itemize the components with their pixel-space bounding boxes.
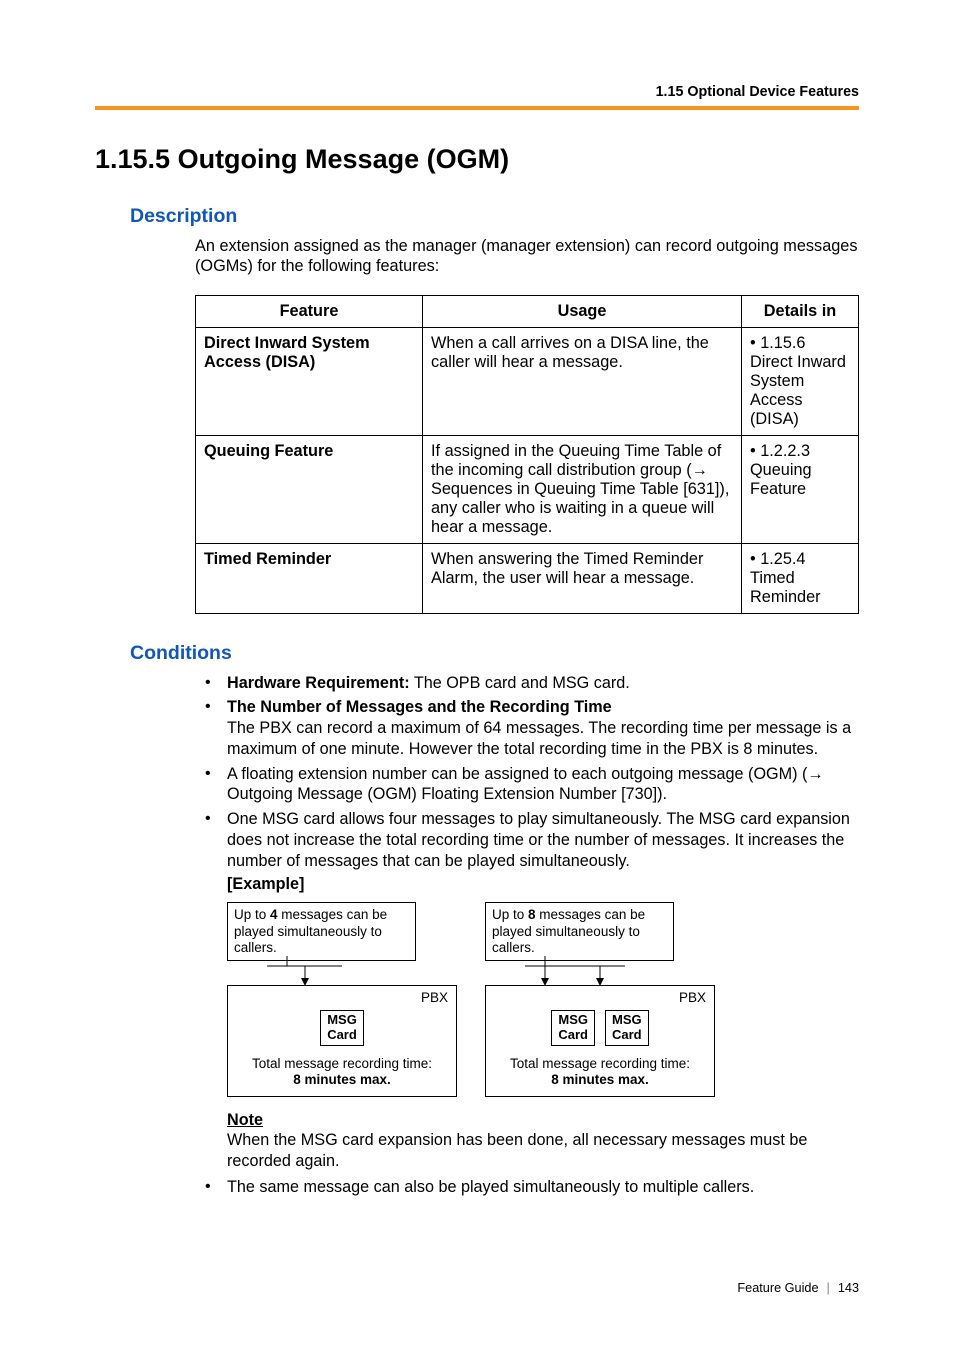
callout-pre: Up to [492,907,528,922]
list-item: The same message can also be played simu… [195,1177,859,1198]
usage-post: Sequences in Queuing Time Table [631]), … [431,480,729,536]
msg-card: MSG Card [551,1010,595,1046]
cell-usage: If assigned in the Queuing Time Table of… [423,435,742,543]
msg-l1: MSG [558,1012,588,1027]
cond-body: The PBX can record a maximum of 64 messa… [227,719,851,758]
pbx-box: PBX MSG Card Total message recording tim… [227,985,457,1097]
cell-feature: Queuing Feature [196,435,423,543]
footer-guide: Feature Guide [737,1281,818,1295]
list-item: A floating extension number can be assig… [195,764,859,805]
diagram-right: Up to 8 messages can be played simultane… [485,902,715,1097]
table-row: Queuing Feature If assigned in the Queui… [196,435,859,543]
callout-left: Up to 4 messages can be played simultane… [227,902,416,961]
description-body: An extension assigned as the manager (ma… [195,236,859,277]
rec-l1: Total message recording time: [510,1056,690,1071]
callout-pre: Up to [234,907,270,922]
cell-details: • 1.2.2.3 Queuing Feature [742,435,859,543]
cell-usage: When a call arrives on a DISA line, the … [423,327,742,435]
callout-right: Up to 8 messages can be played simultane… [485,902,674,961]
arrow-icon: → [807,765,823,783]
example-diagram: Up to 4 messages can be played simultane… [227,902,859,1097]
usage-pre: If assigned in the Queuing Time Table of… [431,442,721,479]
list-item: One MSG card allows four messages to pla… [195,809,859,871]
rec-l2: 8 minutes max. [551,1072,649,1087]
cond-lead: Hardware Requirement: [227,674,410,692]
cond-pre: A floating extension number can be assig… [227,765,807,783]
page-footer: Feature Guide | 143 [737,1281,859,1295]
section-title: 1.15.5 Outgoing Message (OGM) [95,144,859,175]
msg-l2: Card [558,1027,588,1042]
cond-post: Outgoing Message (OGM) Floating Extensio… [227,785,667,803]
description-heading: Description [130,205,859,228]
pbx-label: PBX [421,990,448,1005]
feature-table: Feature Usage Details in Direct Inward S… [195,295,859,614]
msg-l1: MSG [612,1012,642,1027]
callout-bold: 4 [270,907,278,922]
rec-l1: Total message recording time: [252,1056,432,1071]
running-header: 1.15 Optional Device Features [95,84,859,100]
header-rule [95,106,859,110]
cond-text: One MSG card allows four messages to pla… [227,810,850,869]
diagram-left: Up to 4 messages can be played simultane… [227,902,457,1097]
final-list: The same message can also be played simu… [195,1177,859,1198]
conditions-heading: Conditions [130,642,859,665]
table-row: Direct Inward System Access (DISA) When … [196,327,859,435]
msg-card: MSG Card [320,1010,364,1046]
pbx-box: PBX MSG Card MSG Card Total message reco… [485,985,715,1097]
th-feature: Feature [196,295,423,327]
list-item: Hardware Requirement: The OPB card and M… [195,673,859,694]
pbx-label: PBX [679,990,706,1005]
cell-feature: Timed Reminder [196,543,423,613]
msg-l1: MSG [327,1012,357,1027]
cond-lead: The Number of Messages and the Recording… [227,698,612,716]
cell-details: • 1.15.6 Direct Inward System Access (DI… [742,327,859,435]
rec-time: Total message recording time: 8 minutes … [236,1056,448,1088]
cell-usage: When answering the Timed Reminder Alarm,… [423,543,742,613]
cell-details: • 1.25.4 Timed Reminder [742,543,859,613]
footer-sep: | [827,1281,830,1295]
note-body: When the MSG card expansion has been don… [227,1130,859,1171]
cond-rest: The OPB card and MSG card. [410,674,630,692]
list-item: The Number of Messages and the Recording… [195,697,859,759]
rec-time: Total message recording time: 8 minutes … [494,1056,706,1088]
msg-l2: Card [612,1027,642,1042]
example-label: [Example] [227,875,859,894]
note-label: Note [227,1111,859,1130]
footer-page-number: 143 [838,1281,859,1295]
cell-feature: Direct Inward System Access (DISA) [196,327,423,435]
callout-bold: 8 [528,907,536,922]
th-usage: Usage [423,295,742,327]
table-row: Timed Reminder When answering the Timed … [196,543,859,613]
arrow-icon: → [692,461,708,479]
conditions-list: Hardware Requirement: The OPB card and M… [195,673,859,872]
th-details: Details in [742,295,859,327]
msg-l2: Card [327,1027,357,1042]
rec-l2: 8 minutes max. [293,1072,391,1087]
msg-card: MSG Card [605,1010,649,1046]
